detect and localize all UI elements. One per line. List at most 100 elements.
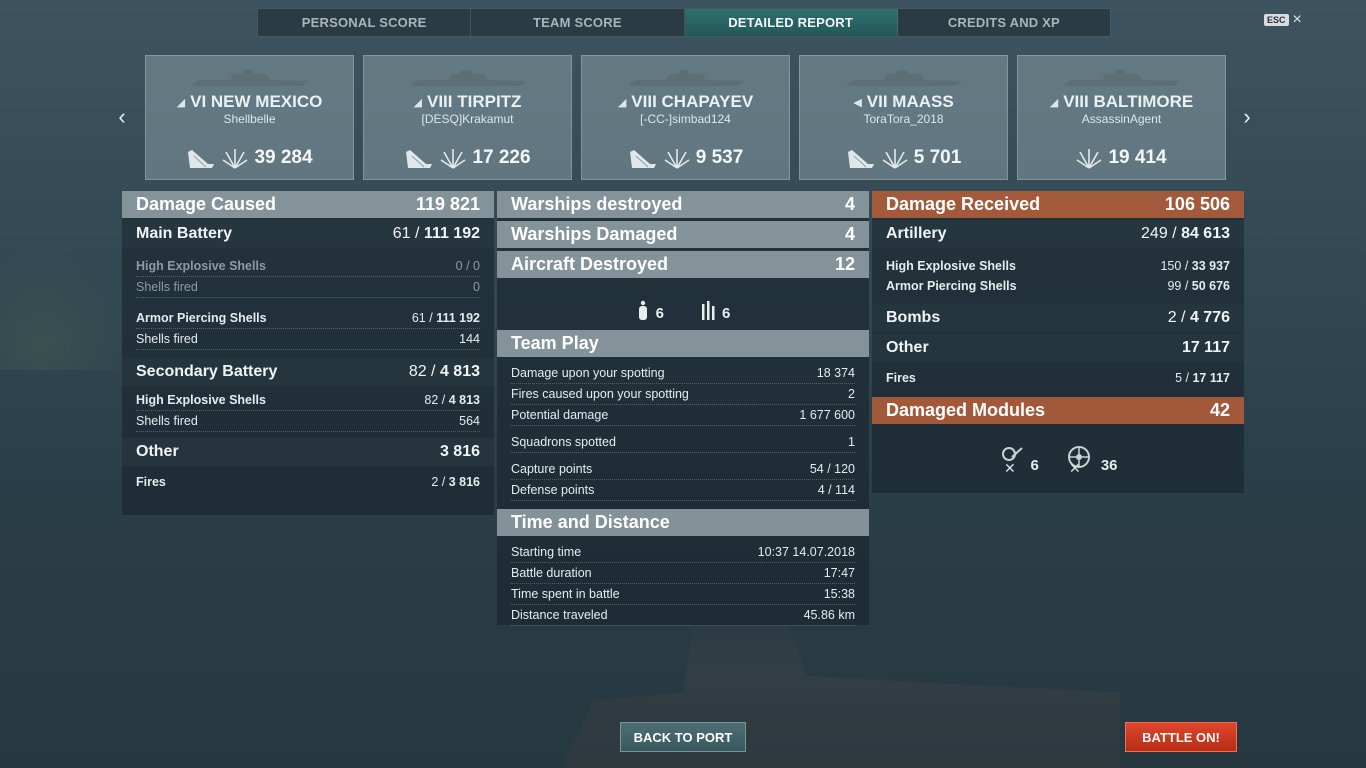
ship-name: ◢ VIII TIRPITZ — [364, 92, 571, 112]
ship-card: ◢ VIII CHAPAYEV [-CC-]simbad124 9 537 — [581, 55, 790, 180]
time-distance-value: 10:37 14.07.2018 — [757, 545, 855, 559]
main-battery-header: Main Battery 61 / 111 192 — [122, 220, 494, 248]
squadron-icon — [702, 301, 715, 320]
ship-card: ◢ VIII TIRPITZ [DESQ]Krakamut 17 226 — [363, 55, 572, 180]
time-distance-row: Starting time 10:37 14.07.2018 — [511, 542, 855, 563]
tab-detailed-report[interactable]: DETAILED REPORT — [684, 9, 898, 36]
damage-caused-label: Damage Caused — [136, 194, 277, 214]
team-play-row: Fires caused upon your spotting 2 — [511, 384, 855, 405]
time-distance-row: Time spent in battle 15:38 — [511, 584, 855, 605]
tab-team-score[interactable]: TEAM SCORE — [471, 9, 685, 36]
ship-card-stats: 39 284 — [146, 146, 353, 170]
time-distance-label: Starting time — [511, 545, 582, 559]
ship-card-stats: 17 226 — [364, 146, 571, 170]
damage-value: 5 701 — [913, 147, 962, 168]
ship-destroyed-icon — [847, 150, 874, 168]
mb-ap-fired-row: Shells fired 144 — [136, 329, 480, 350]
team-play-value: 2 — [848, 387, 855, 401]
time-distance-value: 17:47 — [823, 566, 855, 580]
player-name: [-CC-]simbad124 — [640, 112, 731, 126]
report-tabs: PERSONAL SCORE TEAM SCORE DETAILED REPOR… — [257, 8, 1111, 37]
mb-ap-row: Armor Piercing Shells 61 / 111 192 — [136, 308, 480, 329]
steering-icon: ✕ — [1067, 446, 1090, 474]
module-icons: ✕ 6 ✕ 36 — [872, 424, 1244, 474]
team-play-label: Damage upon your spotting — [511, 366, 665, 380]
sec-he-row: High Explosive Shells 82 / 4 813 — [136, 390, 480, 411]
tab-personal-score[interactable]: PERSONAL SCORE — [258, 9, 472, 36]
team-play-label: Defense points — [511, 483, 595, 497]
team-play-row: Damage upon your spotting 18 374 — [511, 363, 855, 384]
player-name: Shellbelle — [223, 112, 276, 126]
sec-he-fired-row: Shells fired 564 — [136, 411, 480, 432]
time-distance-label: Battle duration — [511, 566, 592, 580]
time-distance-row: Distance traveled 45.86 km — [511, 605, 855, 626]
time-distance-header: Time and Distance — [497, 509, 869, 536]
warships-damaged-header: Warships Damaged 4 — [497, 221, 869, 248]
right-fires-row: Fires 5 / 17 117 — [886, 371, 1230, 385]
close-button[interactable]: ESC × — [1264, 12, 1302, 28]
aircraft-icons: 6 6 — [497, 278, 869, 322]
battle-on-button[interactable]: BATTLE ON! — [1125, 722, 1237, 752]
time-distance-row: Battle duration 17:47 — [511, 563, 855, 584]
time-distance-label: Time spent in battle — [511, 587, 620, 601]
art-he-row: High Explosive Shells 150 / 33 937 — [886, 259, 1230, 273]
ship-name-label: VIII BALTIMORE — [1063, 92, 1194, 111]
time-distance-value: 15:38 — [823, 587, 855, 601]
artillery-header: Artillery 249 / 84 613 — [872, 220, 1244, 248]
mb-he-fired-row: Shells fired 0 — [136, 277, 480, 298]
ship-silhouette-icon — [410, 70, 526, 86]
ship-class-icon: ◀ — [853, 96, 862, 109]
team-play-label: Capture points — [511, 462, 593, 476]
damage-burst-icon — [664, 149, 690, 169]
turret-module-count: ✕ 6 — [998, 444, 1039, 474]
main-battery-label: Main Battery — [136, 225, 233, 242]
team-play-label: Fires caused upon your spotting — [511, 387, 689, 401]
esc-key-badge: ESC — [1264, 14, 1289, 26]
team-play-row: Defense points 4 / 114 — [511, 480, 855, 501]
right-other-header: Other 17 117 — [872, 334, 1244, 362]
fires-row: Fires 2 / 3 816 — [136, 475, 480, 489]
previous-arrow-icon[interactable]: ‹ — [113, 106, 131, 128]
team-play-value: 1 677 600 — [799, 408, 855, 422]
damage-caused-value: 119 821 — [415, 194, 480, 214]
team-play-row: Capture points 54 / 120 — [511, 459, 855, 480]
team-play-value: 4 / 114 — [817, 483, 855, 497]
team-play-row: Squadrons spotted 1 — [511, 432, 855, 453]
warships-destroyed-header: Warships destroyed 4 — [497, 191, 869, 218]
turret-icon: ✕ — [1002, 447, 1024, 474]
damage-received-header: Damage Received 106 506 — [872, 191, 1244, 218]
ship-silhouette-icon — [192, 70, 308, 86]
ship-name-label: VIII TIRPITZ — [427, 92, 522, 111]
damage-value: 17 226 — [472, 147, 531, 168]
time-distance-label: Distance traveled — [511, 608, 608, 622]
next-arrow-icon[interactable]: › — [1238, 106, 1256, 128]
team-play-label: Squadrons spotted — [511, 435, 616, 449]
damage-burst-icon — [440, 149, 466, 169]
ship-card-stats: 5 701 — [800, 146, 1007, 170]
plane-icon — [638, 300, 647, 320]
ship-name: ◢ VIII BALTIMORE — [1018, 92, 1225, 112]
tab-credits-and-xp[interactable]: CREDITS AND XP — [898, 9, 1110, 36]
main-battery-value: 61 / 111 192 — [392, 225, 480, 242]
back-to-port-button[interactable]: BACK TO PORT — [620, 722, 746, 752]
damage-caused-panel: Damage Caused 119 821 Main Battery 61 / … — [122, 191, 494, 515]
team-play-header: Team Play — [497, 330, 869, 357]
player-name: AssassinAgent — [1081, 112, 1162, 126]
ship-silhouette-icon — [846, 70, 962, 86]
aircraft-destroyed-header: Aircraft Destroyed 12 — [497, 251, 869, 278]
ship-name: ◢ VIII CHAPAYEV — [582, 92, 789, 112]
player-name: [DESQ]Krakamut — [421, 112, 514, 126]
team-play-value: 1 — [848, 435, 855, 449]
time-distance-value: 45.86 km — [803, 608, 855, 622]
svg-text:✕: ✕ — [1004, 461, 1016, 474]
ship-card-stats: 9 537 — [582, 146, 789, 170]
team-play-value: 18 374 — [816, 366, 855, 380]
ship-destroyed-icon — [188, 150, 215, 168]
damage-caused-header: Damage Caused 119 821 — [122, 191, 494, 218]
steering-module-count: ✕ 36 — [1061, 444, 1118, 474]
ship-destroyed-icon — [406, 150, 433, 168]
secondary-battery-header: Secondary Battery 82 / 4 813 — [122, 358, 494, 386]
ship-class-icon: ◢ — [413, 96, 422, 109]
player-name: ToraTora_2018 — [863, 112, 944, 126]
ship-silhouette-icon — [628, 70, 744, 86]
